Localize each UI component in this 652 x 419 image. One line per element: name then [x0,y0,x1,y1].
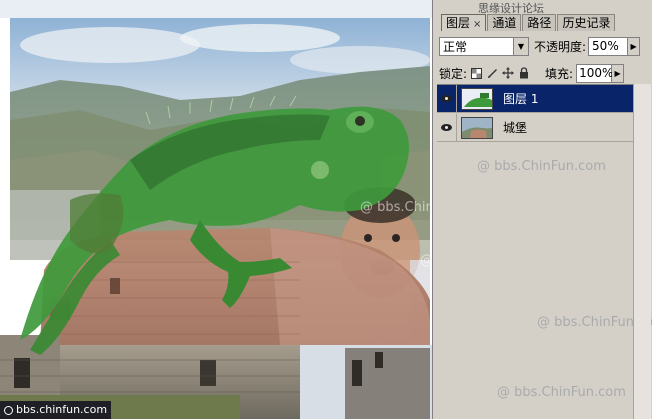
document-canvas[interactable]: @ bbs.ChinFun.com @ bbs.ChinFun.com bbs.… [0,0,432,419]
corner-url-text: bbs.chinfun.com [16,403,108,416]
watermark-text: @ bbs.ChinFun.com [497,385,626,400]
tab-paths[interactable]: 路径 [522,14,557,31]
lock-options-row: 锁定: 填充: 100% ▶ [439,63,647,83]
layer-name: 图层 1 [503,92,539,106]
watermark-text: @ bbs.ChinFun.com [360,200,432,215]
chevron-right-icon[interactable]: ▶ [612,63,625,83]
layer-thumbnail [461,87,493,110]
layer-row[interactable]: 图层 1 [437,85,633,113]
checker-lock-icon[interactable] [469,66,483,80]
layer-list: 图层 1 城堡 @ bbs.ChinFun.com @ bbs.ChinFun.… [437,84,652,419]
brush-icon[interactable] [485,66,499,80]
chevron-right-icon[interactable]: ▶ [628,36,641,56]
chevron-down-icon[interactable]: ▼ [513,37,528,55]
circle-logo-icon [4,405,13,415]
blend-options-row: 正常 ▼ 不透明度: 50% ▶ [439,36,647,56]
tab-label: 历史记录 [562,16,611,30]
layer-thumbnail [461,116,493,139]
lock-icon[interactable] [517,66,531,80]
fill-label: 填充: [545,66,574,81]
lock-label: 锁定: [439,66,468,81]
tab-label: 路径 [527,16,552,30]
tab-layers[interactable]: 图层 × [441,14,487,31]
blend-mode-select[interactable]: 正常 ▼ [439,36,529,56]
scrollbar[interactable] [633,84,651,419]
eye-icon [441,124,452,131]
blend-mode-value: 正常 [443,39,468,54]
visibility-toggle[interactable] [437,85,457,112]
fill-input[interactable]: 100% [576,63,613,83]
watermark-text: @ bbs.ChinFun.com [477,159,606,174]
eye-icon [441,95,452,102]
tab-channels[interactable]: 通道 [487,14,522,31]
tab-label: 通道 [492,16,517,30]
corner-site-url: bbs.chinfun.com [0,401,112,419]
close-icon[interactable]: × [473,19,481,30]
visibility-toggle[interactable] [437,114,457,141]
tab-history[interactable]: 历史记录 [557,14,616,31]
move-icon[interactable] [501,66,515,80]
opacity-label: 不透明度: [534,39,587,54]
tab-label: 图层 [446,16,471,30]
layer-name: 城堡 [503,121,528,135]
watermark-text: @ bbs.ChinFun.com [420,253,432,268]
layer-row[interactable]: 城堡 [437,114,633,142]
opacity-input[interactable]: 50% [588,36,629,56]
panel-tabs: 图层 × 通道 路径 历史记录 [441,14,616,31]
layers-panel: 思缘设计论坛 图层 × 通道 路径 历史记录 正常 ▼ 不透明度: 50% ▶ 锁… [432,0,652,419]
